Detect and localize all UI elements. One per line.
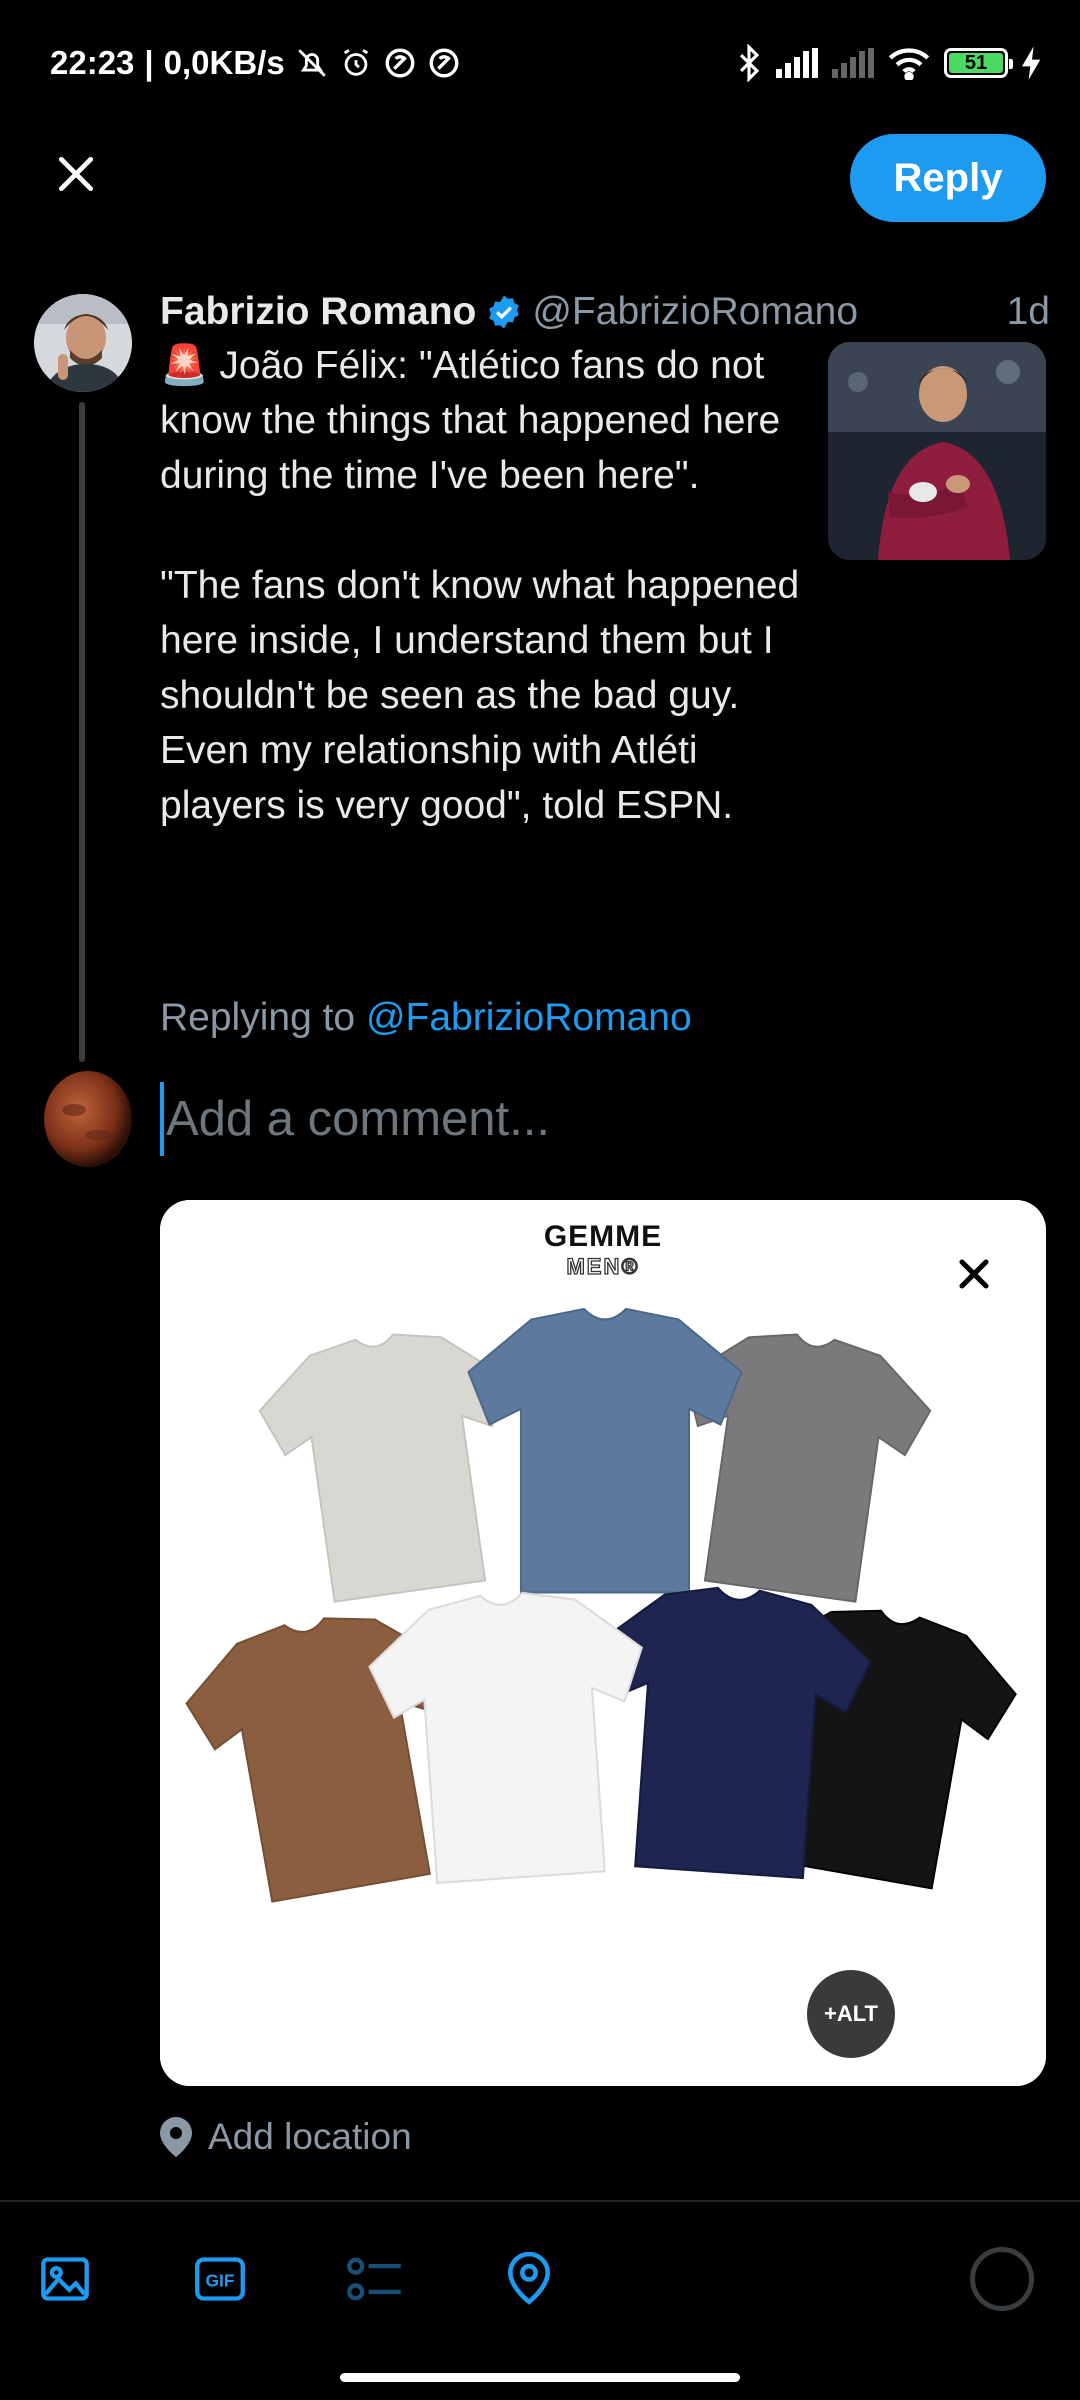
reply-button[interactable]: Reply (850, 134, 1046, 222)
tweet-body: João Félix: "Atlético fans do not know t… (160, 344, 800, 827)
data-saver-icon (385, 48, 415, 78)
status-right: 51 (736, 44, 1042, 82)
replying-prefix: Replying to (160, 996, 366, 1039)
poll-icon (347, 2257, 401, 2301)
replying-mention-link[interactable]: @FabrizioRomano (366, 996, 692, 1039)
brand-logo-line2: MEN® (566, 1253, 640, 1279)
add-poll-button[interactable] (340, 2244, 410, 2314)
charging-icon (1022, 46, 1041, 80)
tweet-header: Fabrizio Romano @FabrizioRomano 1d (160, 284, 1050, 340)
character-count-ring (970, 2247, 1034, 2311)
location-icon (508, 2252, 550, 2305)
author-avatar-image (34, 294, 132, 392)
close-button[interactable] (44, 142, 108, 206)
toolbar-divider (0, 2200, 1080, 2202)
mute-icon (297, 49, 326, 77)
network-speed: 0,0KB/s (163, 44, 285, 81)
tweet-text: 🚨 João Félix: "Atlético fans do not know… (160, 338, 810, 833)
svg-text:GIF: GIF (206, 2271, 235, 2291)
data-saver-icon (429, 48, 459, 78)
wifi-icon (888, 48, 930, 80)
brand-logo-line1: GEMME (543, 1220, 663, 1253)
alarm-icon (343, 49, 368, 76)
author-handle[interactable]: @FabrizioRomano (532, 290, 858, 334)
add-location-tool-button[interactable] (494, 2244, 564, 2314)
remove-media-button[interactable] (944, 1244, 1004, 1304)
tshirts-image (160, 1200, 1046, 2086)
signal-icon (832, 48, 874, 78)
comment-input[interactable] (160, 1082, 1040, 1156)
author-name[interactable]: Fabrizio Romano (160, 290, 476, 334)
user-avatar[interactable] (44, 1070, 132, 1168)
status-separator: | (144, 44, 154, 81)
replying-to: Replying to @FabrizioRomano (160, 996, 692, 1040)
verified-badge-icon (486, 294, 522, 330)
battery-icon: 51 (944, 48, 1013, 78)
emoji-siren: 🚨 (160, 344, 209, 387)
home-indicator[interactable] (340, 2373, 740, 2382)
bluetooth-icon (739, 44, 760, 82)
attached-media[interactable]: GEMME MEN® +ALT (160, 1200, 1046, 2086)
user-avatar-image (44, 1070, 132, 1168)
tweet-time: 1d (1006, 290, 1050, 333)
add-gif-button[interactable]: GIF (185, 2244, 255, 2314)
tweet-photo (828, 342, 1046, 560)
battery-level: 51 (949, 52, 1003, 74)
image-icon (41, 2257, 89, 2301)
location-pin-icon (160, 2117, 192, 2157)
tweet-media-thumbnail[interactable] (828, 342, 1046, 560)
add-location-button[interactable]: Add location (160, 2116, 412, 2158)
thread-line (79, 402, 85, 1062)
add-location-label: Add location (208, 2116, 412, 2157)
add-image-button[interactable] (30, 2244, 100, 2314)
signal-icon (776, 48, 818, 78)
gif-icon: GIF (195, 2257, 245, 2301)
status-left: 22:23 | 0,0KB/s (50, 44, 461, 82)
author-avatar[interactable] (34, 294, 132, 392)
add-alt-text-button[interactable]: +ALT (807, 1970, 895, 2058)
status-bar: 22:23 | 0,0KB/s 51 (0, 0, 1080, 130)
close-icon (58, 156, 94, 192)
clock: 22:23 (50, 44, 135, 81)
close-icon (959, 1259, 989, 1289)
